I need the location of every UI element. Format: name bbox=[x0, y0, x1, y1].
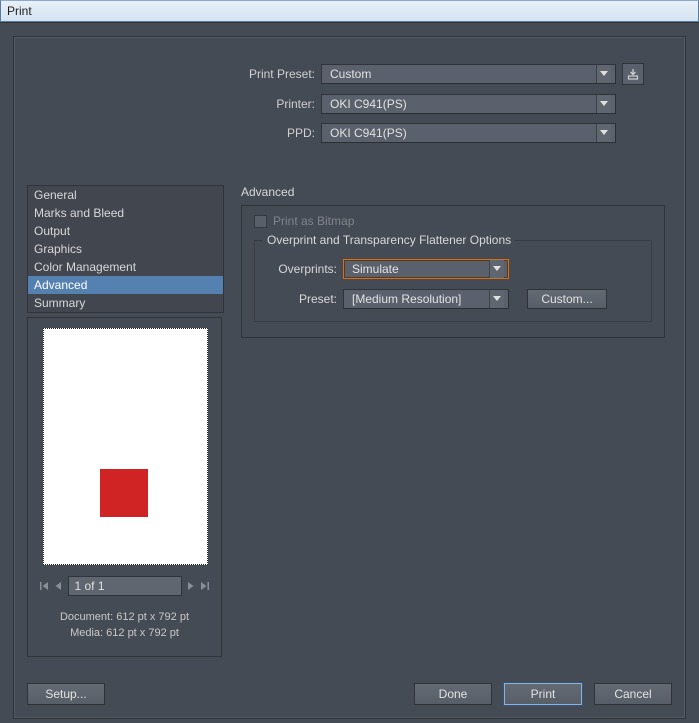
window-titlebar: Print bbox=[0, 0, 699, 22]
setup-button-label: Setup... bbox=[45, 687, 86, 701]
preview-thumbnail bbox=[43, 328, 208, 565]
done-button[interactable]: Done bbox=[414, 683, 492, 705]
cancel-button-label: Cancel bbox=[614, 687, 651, 701]
media-dim-value: 612 pt x 792 pt bbox=[106, 627, 179, 639]
preview-artwork bbox=[100, 469, 148, 517]
preview-dimensions: Document: 612 pt x 792 pt Media: 612 pt … bbox=[28, 609, 221, 641]
setup-button[interactable]: Setup... bbox=[27, 683, 105, 705]
overprints-dropdown[interactable]: Simulate bbox=[343, 259, 509, 279]
prev-page-button[interactable] bbox=[53, 578, 63, 594]
next-page-button[interactable] bbox=[186, 578, 196, 594]
overprints-value: Simulate bbox=[352, 262, 399, 276]
ppd-value: OKI C941(PS) bbox=[330, 126, 407, 140]
page-indicator-text: 1 of 1 bbox=[75, 579, 105, 593]
dialog-buttons: Setup... Done Print Cancel bbox=[27, 683, 672, 705]
section-list[interactable]: General Marks and Bleed Output Graphics … bbox=[27, 185, 224, 313]
next-page-icon bbox=[187, 581, 195, 591]
overprint-group: Overprint and Transparency Flattener Opt… bbox=[254, 240, 652, 322]
print-preset-label: Print Preset: bbox=[120, 67, 321, 81]
last-page-icon bbox=[200, 581, 210, 591]
print-button[interactable]: Print bbox=[504, 683, 582, 705]
print-button-label: Print bbox=[531, 687, 556, 701]
sidebar-item-graphics[interactable]: Graphics bbox=[28, 240, 223, 258]
document-dim-label: Document: bbox=[60, 611, 113, 623]
custom-flattener-button[interactable]: Custom... bbox=[527, 289, 607, 309]
document-dim-value: 612 pt x 792 pt bbox=[116, 611, 189, 623]
printer-value: OKI C941(PS) bbox=[330, 97, 407, 111]
ppd-dropdown[interactable]: OKI C941(PS) bbox=[321, 123, 616, 143]
advanced-panel: Print as Bitmap Overprint and Transparen… bbox=[241, 205, 665, 338]
dialog-body: Print Preset: Custom Printer: OKI C941(P… bbox=[0, 22, 699, 723]
chevron-down-icon bbox=[596, 65, 611, 83]
page-nav: 1 of 1 bbox=[39, 576, 210, 596]
sidebar-item-summary[interactable]: Summary bbox=[28, 294, 223, 312]
print-preset-dropdown[interactable]: Custom bbox=[321, 64, 616, 84]
ppd-label: PPD: bbox=[120, 126, 321, 140]
flattener-preset-value: [Medium Resolution] bbox=[352, 292, 461, 306]
print-as-bitmap-label: Print as Bitmap bbox=[273, 214, 354, 228]
sidebar-item-color-management[interactable]: Color Management bbox=[28, 258, 223, 276]
chevron-down-icon bbox=[596, 124, 611, 142]
first-page-button[interactable] bbox=[39, 578, 49, 594]
first-page-icon bbox=[39, 581, 49, 591]
top-fields: Print Preset: Custom Printer: OKI C941(P… bbox=[120, 63, 669, 152]
last-page-button[interactable] bbox=[200, 578, 210, 594]
window-title: Print bbox=[7, 4, 32, 18]
sidebar-item-output[interactable]: Output bbox=[28, 222, 223, 240]
preview-panel: 1 of 1 Document: 612 pt x 792 pt Media: … bbox=[27, 317, 222, 657]
chevron-down-icon bbox=[596, 95, 611, 113]
flattener-preset-dropdown[interactable]: [Medium Resolution] bbox=[343, 289, 509, 309]
cancel-button[interactable]: Cancel bbox=[594, 683, 672, 705]
sidebar-item-marks-and-bleed[interactable]: Marks and Bleed bbox=[28, 204, 223, 222]
sidebar-item-advanced[interactable]: Advanced bbox=[28, 276, 223, 294]
overprint-group-title: Overprint and Transparency Flattener Opt… bbox=[263, 233, 515, 247]
printer-dropdown[interactable]: OKI C941(PS) bbox=[321, 94, 616, 114]
prev-page-icon bbox=[54, 581, 62, 591]
save-preset-button[interactable] bbox=[622, 63, 644, 85]
printer-label: Printer: bbox=[120, 97, 321, 111]
sidebar-item-general[interactable]: General bbox=[28, 186, 223, 204]
media-dim-label: Media: bbox=[70, 627, 103, 639]
chevron-down-icon bbox=[489, 290, 504, 308]
overprints-label: Overprints: bbox=[267, 262, 343, 276]
print-preset-value: Custom bbox=[330, 67, 371, 81]
done-button-label: Done bbox=[439, 687, 468, 701]
preset-label: Preset: bbox=[267, 292, 343, 306]
print-as-bitmap-checkbox bbox=[254, 215, 267, 228]
print-as-bitmap-row: Print as Bitmap bbox=[254, 214, 652, 228]
page-indicator[interactable]: 1 of 1 bbox=[68, 576, 182, 596]
chevron-down-icon bbox=[489, 260, 504, 278]
section-title: Advanced bbox=[241, 185, 294, 199]
custom-button-label: Custom... bbox=[541, 292, 592, 306]
save-preset-icon bbox=[627, 68, 639, 80]
